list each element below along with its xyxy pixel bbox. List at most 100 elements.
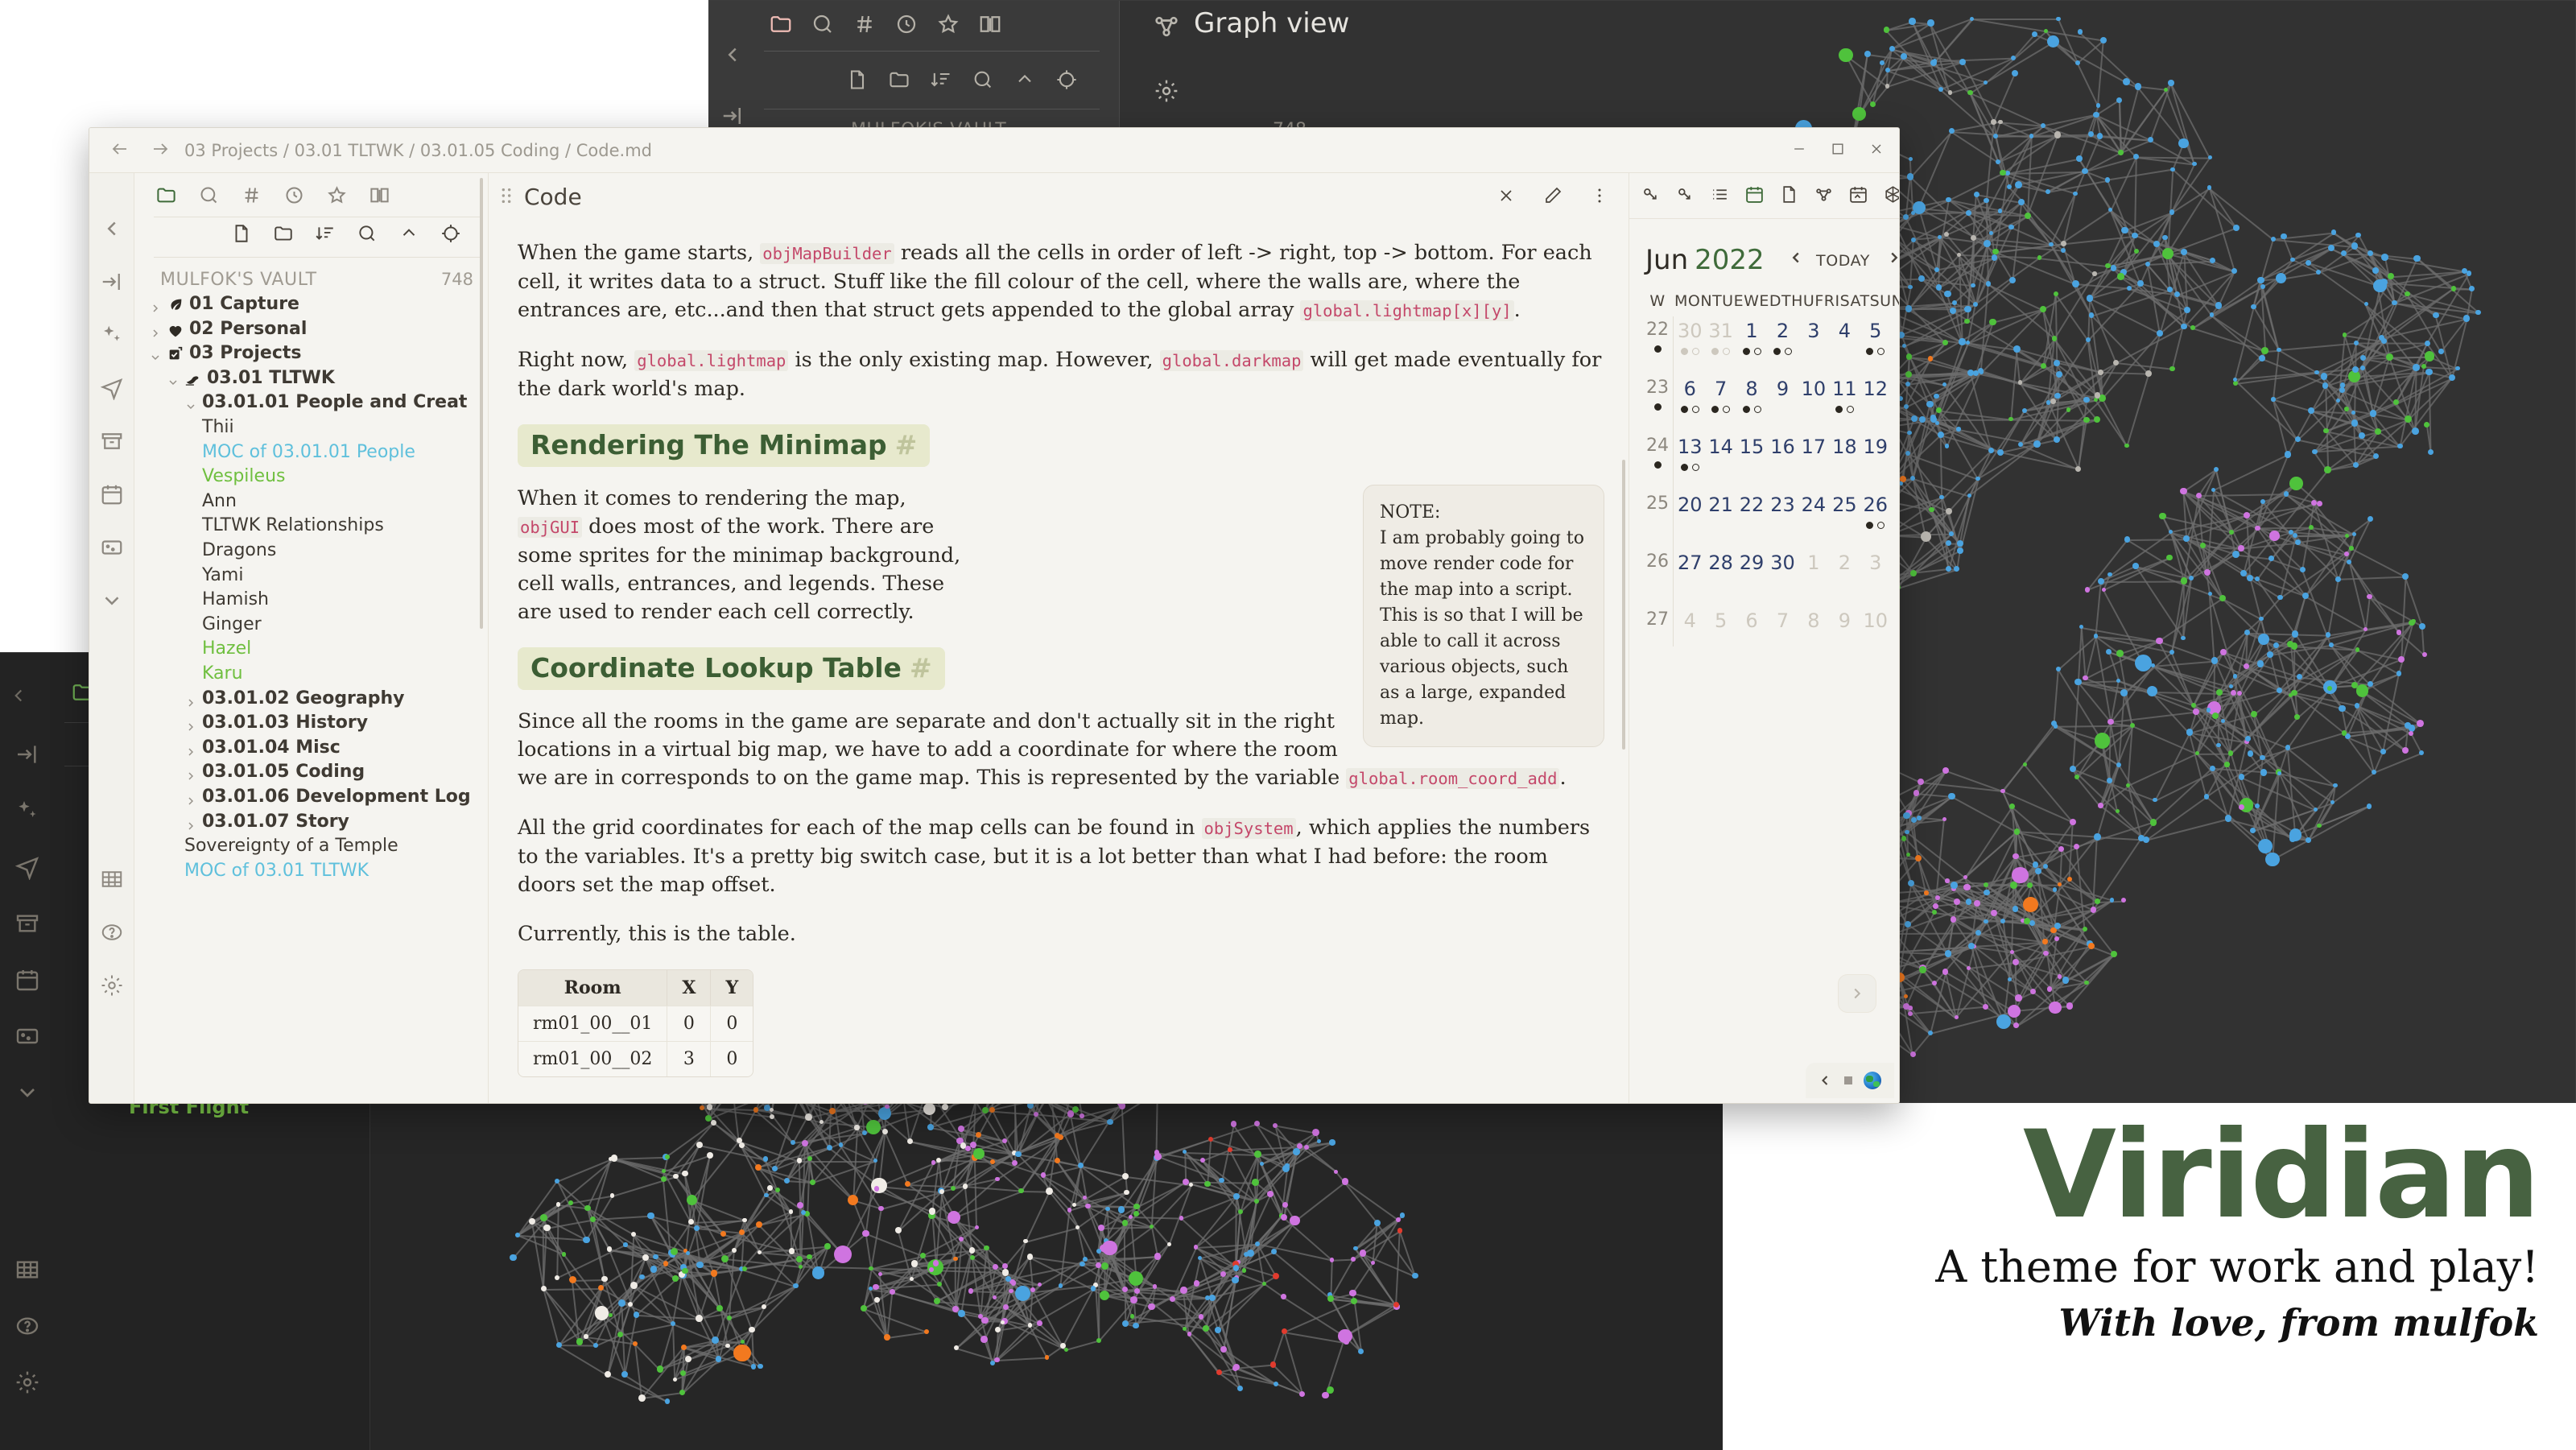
week-number[interactable]: 27 bbox=[1641, 609, 1674, 630]
new-folder-icon[interactable] bbox=[888, 68, 910, 91]
calendar-day[interactable]: 9 bbox=[1829, 609, 1860, 632]
enter-icon[interactable] bbox=[720, 104, 745, 128]
calendar-day[interactable]: 22 bbox=[1736, 494, 1767, 516]
calendar-day[interactable]: 25 bbox=[1829, 494, 1860, 516]
collapse-icon[interactable] bbox=[1013, 68, 1036, 91]
calendar-year[interactable]: 2022 bbox=[1695, 244, 1765, 276]
gear-icon[interactable] bbox=[100, 973, 124, 998]
star-icon[interactable] bbox=[936, 12, 960, 36]
new-note-icon[interactable] bbox=[231, 223, 252, 244]
week-number[interactable]: 24 bbox=[1641, 436, 1674, 469]
more-vertical-icon[interactable] bbox=[1590, 186, 1609, 205]
gear-icon[interactable] bbox=[1154, 78, 1179, 104]
maximize-icon[interactable] bbox=[1830, 141, 1846, 157]
calendar-month[interactable]: Jun bbox=[1645, 244, 1688, 276]
calendar-day[interactable]: 31 bbox=[1705, 320, 1736, 356]
calendar-day[interactable]: 29 bbox=[1736, 551, 1767, 574]
daily-note-icon[interactable] bbox=[1848, 184, 1868, 204]
calendar-day[interactable]: 14 bbox=[1705, 436, 1736, 458]
new-folder-icon[interactable] bbox=[273, 223, 294, 244]
enter-icon[interactable] bbox=[14, 742, 40, 767]
dice-icon[interactable] bbox=[1883, 184, 1899, 204]
globe-icon[interactable] bbox=[1864, 1072, 1881, 1089]
clock-icon[interactable] bbox=[894, 12, 919, 36]
calendar-day[interactable]: 3 bbox=[1798, 320, 1829, 342]
file-tree-scrollbar[interactable] bbox=[480, 178, 483, 629]
minimize-icon[interactable] bbox=[1791, 141, 1807, 157]
page-preview-icon[interactable] bbox=[1779, 184, 1799, 204]
calendar-day[interactable]: 18 bbox=[1829, 436, 1860, 458]
star-icon[interactable] bbox=[326, 184, 348, 206]
folder-icon[interactable] bbox=[155, 184, 177, 206]
calendar-day[interactable]: 5 bbox=[1860, 320, 1891, 356]
sort-icon[interactable] bbox=[315, 223, 336, 244]
file-tree[interactable]: 01 Capture702 Personal23703 Projects1230… bbox=[134, 294, 488, 1103]
send-icon[interactable] bbox=[100, 376, 124, 400]
calendar-day[interactable]: 7 bbox=[1767, 609, 1798, 632]
calendar-day[interactable]: 10 bbox=[1798, 378, 1829, 400]
hash-icon[interactable] bbox=[852, 12, 877, 36]
calendar-day[interactable]: 26 bbox=[1860, 494, 1891, 530]
calendar-day[interactable]: 11 bbox=[1829, 378, 1860, 414]
folder-icon[interactable] bbox=[769, 12, 793, 36]
calendar-icon[interactable] bbox=[1744, 184, 1765, 204]
graph-icon[interactable] bbox=[1814, 184, 1834, 204]
calendar-grid[interactable]: WMONTUEWEDTHUFRISATSUN223031123452367891… bbox=[1641, 292, 1899, 667]
book-icon[interactable] bbox=[369, 184, 390, 206]
calendar-day[interactable]: 6 bbox=[1736, 609, 1767, 632]
calendar-day[interactable]: 10 bbox=[1860, 609, 1891, 632]
calendar-day[interactable]: 24 bbox=[1798, 494, 1829, 516]
chevron-left-icon[interactable] bbox=[720, 43, 745, 67]
calendar-day[interactable]: 4 bbox=[1674, 609, 1705, 632]
calendar-day[interactable]: 8 bbox=[1798, 609, 1829, 632]
link-in-icon[interactable] bbox=[1675, 184, 1695, 204]
calendar-day[interactable]: 5 bbox=[1705, 609, 1736, 632]
calendar-day[interactable]: 1 bbox=[1798, 551, 1829, 574]
calendar-day[interactable]: 27 bbox=[1674, 551, 1705, 574]
calendar-day[interactable]: 28 bbox=[1705, 551, 1736, 574]
sync-square-icon[interactable] bbox=[1844, 1076, 1852, 1084]
close-icon[interactable] bbox=[1868, 141, 1885, 157]
hash-icon[interactable] bbox=[241, 184, 262, 206]
search-icon[interactable] bbox=[811, 12, 835, 36]
week-number[interactable]: 26 bbox=[1641, 551, 1674, 572]
tab-title[interactable]: Code bbox=[524, 184, 582, 210]
calendar-today-button[interactable]: TODAY bbox=[1816, 252, 1870, 270]
calendar-day[interactable]: 17 bbox=[1798, 436, 1829, 458]
new-note-icon[interactable] bbox=[846, 68, 869, 91]
editor-body[interactable]: aptly named objMapBuilder. Each of the m… bbox=[489, 218, 1629, 1103]
week-number[interactable]: 22 bbox=[1641, 320, 1674, 353]
calendar-day[interactable]: 4 bbox=[1829, 320, 1860, 342]
calendar-day[interactable]: 12 bbox=[1860, 378, 1891, 400]
calendar-day[interactable]: 30 bbox=[1767, 551, 1798, 574]
calendar-next-button[interactable] bbox=[1885, 249, 1899, 266]
calendar-prev-button[interactable] bbox=[1787, 249, 1805, 266]
calendar-day[interactable]: 23 bbox=[1767, 494, 1798, 516]
calendar-day[interactable]: 1 bbox=[1736, 320, 1767, 356]
week-number[interactable]: 25 bbox=[1641, 494, 1674, 514]
calendar-day[interactable]: 13 bbox=[1674, 436, 1705, 472]
chevron-left-icon[interactable] bbox=[100, 217, 124, 241]
calendar-day[interactable]: 3 bbox=[1860, 551, 1891, 574]
help-icon[interactable] bbox=[100, 920, 124, 944]
edit-pencil-icon[interactable] bbox=[1543, 186, 1563, 205]
collapse-icon[interactable] bbox=[398, 223, 419, 244]
clock-icon[interactable] bbox=[283, 184, 305, 206]
search-icon[interactable] bbox=[357, 223, 378, 244]
next-page-button[interactable] bbox=[1838, 974, 1876, 1013]
calendar-day[interactable]: 8 bbox=[1736, 378, 1767, 414]
calendar-day[interactable]: 9 bbox=[1767, 378, 1798, 400]
editor-scrollbar[interactable] bbox=[1622, 460, 1625, 750]
calendar-day[interactable]: 19 bbox=[1860, 436, 1891, 458]
target-icon[interactable] bbox=[440, 223, 461, 244]
link-out-icon[interactable] bbox=[1641, 184, 1661, 204]
calendar-day[interactable]: 2 bbox=[1829, 551, 1860, 574]
drag-handle-icon[interactable] bbox=[500, 187, 513, 204]
calendar-day[interactable]: 21 bbox=[1705, 494, 1736, 516]
calendar-day[interactable]: 16 bbox=[1767, 436, 1798, 458]
book-icon[interactable] bbox=[978, 12, 1002, 36]
sort-icon[interactable] bbox=[930, 68, 952, 91]
calendar-icon[interactable] bbox=[100, 482, 124, 506]
calendar-day[interactable]: 20 bbox=[1674, 494, 1705, 516]
close-icon[interactable] bbox=[1496, 186, 1516, 205]
